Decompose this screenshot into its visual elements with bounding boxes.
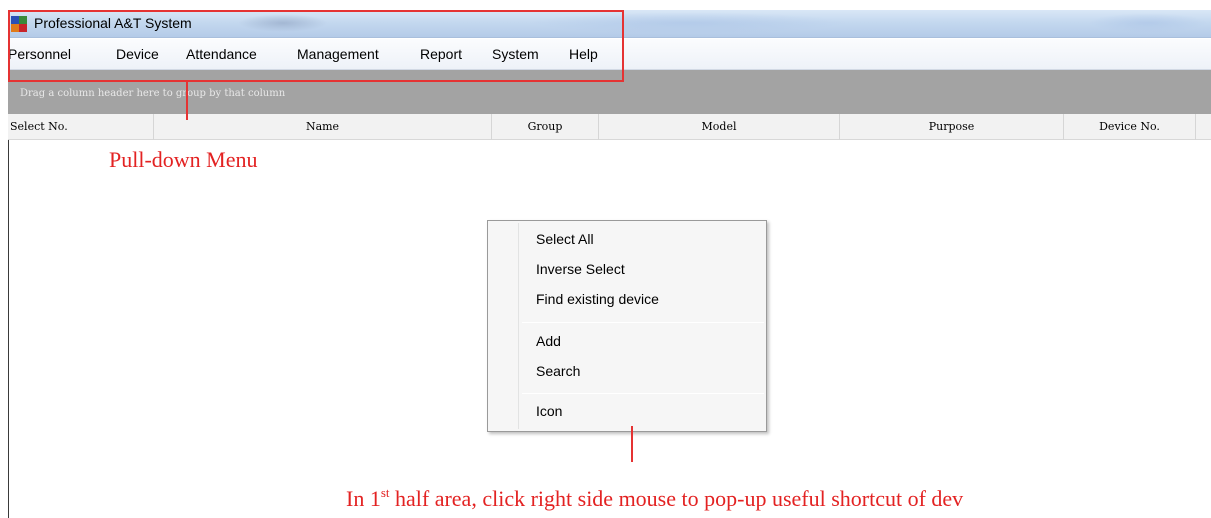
shortcut-label-sup: st — [380, 485, 390, 500]
context-menu-select-all[interactable]: Select All — [536, 231, 594, 247]
context-menu-icon[interactable]: Icon — [536, 403, 562, 419]
column-header-device-no[interactable]: Device No. — [1064, 114, 1196, 140]
shortcut-label-pre: In 1 — [346, 486, 381, 511]
device-grid-header: Select No. Name Group Model Purpose Devi… — [8, 114, 1211, 140]
pulldown-menu-highlight — [8, 10, 624, 82]
context-menu-separator — [522, 393, 764, 394]
context-menu-find-existing-device[interactable]: Find existing device — [536, 291, 659, 307]
column-header-purpose[interactable]: Purpose — [840, 114, 1064, 140]
column-header-label: Device No. — [1099, 120, 1160, 133]
column-header-label: Model — [701, 120, 737, 133]
context-menu-search[interactable]: Search — [536, 363, 580, 379]
column-header-group[interactable]: Group — [492, 114, 599, 140]
context-menu-separator — [522, 322, 764, 323]
context-menu-add[interactable]: Add — [536, 333, 561, 349]
context-menu-inverse-select[interactable]: Inverse Select — [536, 261, 625, 277]
context-menu: Select All Inverse Select Find existing … — [487, 220, 767, 432]
shortcut-menu-label: In 1st half area, click right side mouse… — [346, 485, 963, 512]
column-header-label: Purpose — [928, 120, 975, 133]
column-header-label: Group — [527, 120, 563, 133]
column-header-label: Select No. — [10, 120, 68, 133]
pulldown-menu-label: Pull-down Menu — [109, 147, 258, 172]
column-header-select-no[interactable]: Select No. — [8, 114, 154, 140]
column-header-label: Name — [305, 120, 340, 133]
context-menu-gutter — [518, 223, 519, 429]
column-header-name[interactable]: Name — [154, 114, 492, 140]
group-by-hint: Drag a column header here to group by th… — [20, 88, 286, 99]
shortcut-label-post: half area, click right side mouse to pop… — [389, 486, 964, 511]
pulldown-menu-pointer — [186, 82, 188, 120]
title-bar-blur — [1088, 13, 1208, 33]
shortcut-menu-pointer — [631, 426, 633, 462]
column-header-model[interactable]: Model — [599, 114, 840, 140]
